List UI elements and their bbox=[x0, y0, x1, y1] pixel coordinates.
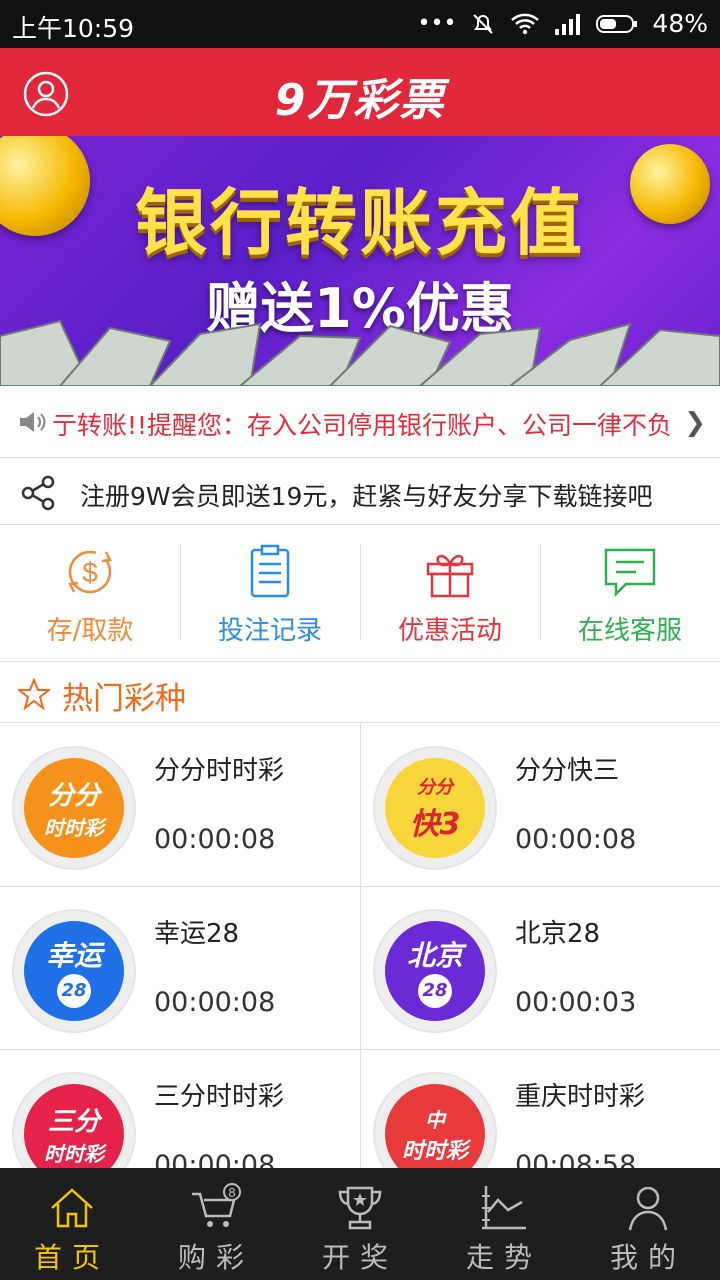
notice-bar[interactable]: 亍转账!!提醒您：存入公司停用银行账户、公司一律不负 ❯ bbox=[0, 386, 720, 458]
lottery-countdown: 00:00:03 bbox=[515, 987, 637, 1018]
banner-headline: 银行转账充值 bbox=[134, 181, 585, 265]
cart-icon: 8 bbox=[192, 1183, 241, 1227]
lottery-name: 三分时时彩 bbox=[154, 1082, 285, 1112]
promotions-button[interactable]: 优惠活动 bbox=[360, 526, 540, 661]
battery-level: 48% bbox=[652, 9, 708, 38]
status-time: 上午10:59 bbox=[12, 14, 135, 43]
hot-lottery-header: 热门彩种 bbox=[0, 663, 720, 723]
promo-banner[interactable]: 银行转账充值 赠送1%优惠 bbox=[0, 136, 720, 386]
quick-actions: $ 存/取款 投注记录 优惠活动 在线客服 bbox=[0, 526, 720, 662]
svg-text:8: 8 bbox=[228, 1185, 235, 1200]
lottery-name: 分分快三 bbox=[515, 756, 620, 786]
profile-icon bbox=[628, 1186, 668, 1231]
app-title: 9万彩票 bbox=[274, 75, 446, 126]
lottery-name: 幸运28 bbox=[154, 919, 240, 949]
battery-icon bbox=[596, 14, 638, 33]
lottery-countdown: 00:08:58 bbox=[515, 1150, 637, 1168]
customer-service-button[interactable]: 在线客服 bbox=[540, 526, 720, 661]
tab-results[interactable]: 开奖 bbox=[288, 1168, 432, 1280]
hot-lottery-title: 热门彩种 bbox=[62, 681, 186, 717]
tab-profile-label: 我的 bbox=[609, 1241, 686, 1274]
lottery-logo: 幸运 28 bbox=[12, 909, 136, 1033]
deposit-label: 存/取款 bbox=[46, 616, 134, 646]
lottery-logo: 中时时彩 bbox=[373, 1072, 497, 1168]
customer-service-label: 在线客服 bbox=[577, 616, 682, 646]
lottery-item[interactable]: 分分 时时彩 分分时时彩 00:00:08 bbox=[0, 724, 360, 887]
tab-buy-label: 购彩 bbox=[177, 1241, 254, 1274]
lottery-item[interactable]: 三分 时时彩 三分时时彩 00:00:08 bbox=[0, 1050, 360, 1168]
lottery-item[interactable]: 幸运 28 幸运28 00:00:08 bbox=[0, 887, 360, 1050]
trend-icon bbox=[482, 1186, 526, 1230]
lottery-name: 北京28 bbox=[515, 919, 601, 949]
tab-home[interactable]: 首页 bbox=[0, 1168, 144, 1280]
lottery-item[interactable]: 分分 快3 分分快三 00:00:08 bbox=[360, 724, 720, 887]
lottery-logo: 三分 时时彩 bbox=[12, 1072, 136, 1168]
star-icon bbox=[18, 678, 50, 710]
tab-trend[interactable]: 走势 bbox=[432, 1168, 576, 1280]
app-header: 9万彩票 bbox=[0, 48, 720, 136]
trophy-icon bbox=[338, 1186, 382, 1230]
lottery-logo: 分分 快3 bbox=[373, 746, 497, 870]
lottery-name: 重庆时时彩 bbox=[515, 1082, 646, 1112]
chat-icon bbox=[604, 548, 656, 598]
mute-icon bbox=[473, 13, 494, 34]
signal-icon bbox=[555, 13, 581, 35]
clipboard-icon bbox=[250, 544, 290, 598]
lottery-item[interactable]: 中时时彩 重庆时时彩 00:08:58 bbox=[360, 1050, 720, 1168]
bet-records-label: 投注记录 bbox=[217, 616, 322, 646]
tab-results-label: 开奖 bbox=[321, 1241, 398, 1274]
home-icon bbox=[51, 1188, 93, 1228]
speaker-icon bbox=[20, 412, 46, 432]
chevron-right-icon[interactable]: ❯ bbox=[684, 408, 706, 438]
promotions-label: 优惠活动 bbox=[397, 616, 502, 646]
tab-buy[interactable]: 8 购彩 bbox=[144, 1168, 288, 1280]
bet-records-button[interactable]: 投注记录 bbox=[180, 526, 360, 661]
bottom-tab-bar: 首页 8 购彩 开奖 走势 我的 bbox=[0, 1168, 720, 1280]
gift-icon bbox=[426, 554, 474, 598]
tab-profile[interactable]: 我的 bbox=[576, 1168, 720, 1280]
svg-text:$: $ bbox=[82, 557, 98, 588]
deposit-withdraw-button[interactable]: $ 存/取款 bbox=[0, 526, 180, 661]
tab-trend-label: 走势 bbox=[465, 1241, 542, 1274]
deposit-icon: $ bbox=[68, 550, 112, 594]
money-stack-decoration bbox=[0, 319, 720, 386]
lottery-name: 分分时时彩 bbox=[154, 756, 285, 786]
lottery-item[interactable]: 北京 28 北京28 00:00:03 bbox=[360, 887, 720, 1050]
lottery-countdown: 00:00:08 bbox=[154, 987, 276, 1018]
share-text: 注册9W会员即送19元，赶紧与好友分享下载链接吧 bbox=[80, 482, 653, 511]
lottery-logo: 分分 时时彩 bbox=[12, 746, 136, 870]
share-icon bbox=[21, 475, 55, 511]
notice-text: 亍转账!!提醒您：存入公司停用银行账户、公司一律不负 bbox=[52, 411, 673, 440]
lottery-grid: 分分 时时彩 分分时时彩 00:00:08 分分 快3 分分快三 00:00:08 … bbox=[0, 724, 720, 1168]
share-row[interactable]: 注册9W会员即送19元，赶紧与好友分享下载链接吧 bbox=[0, 459, 720, 525]
lottery-countdown: 00:00:08 bbox=[154, 824, 276, 855]
lottery-countdown: 00:00:08 bbox=[154, 1150, 276, 1168]
lottery-countdown: 00:00:08 bbox=[515, 824, 637, 855]
tab-home-label: 首页 bbox=[33, 1241, 110, 1274]
more-dots-icon: ••• bbox=[417, 11, 457, 36]
lottery-logo: 北京 28 bbox=[373, 909, 497, 1033]
wifi-icon bbox=[511, 13, 540, 34]
status-bar: 上午10:59 ••• 48% bbox=[0, 0, 720, 48]
